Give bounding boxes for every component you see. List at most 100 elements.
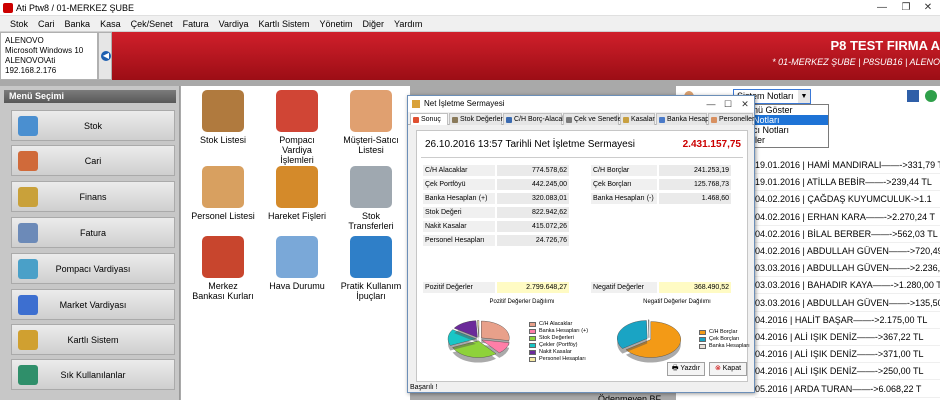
tile-pompaci-vardiya[interactable]: Pompacı Vardiya İşlemleri (265, 90, 329, 165)
menu-kartli-sistem[interactable]: Kartlı Sistem (253, 16, 314, 32)
log-row[interactable]: 19.01.2016 | ATİLLA BEBİR——->239,44 TL (755, 173, 940, 192)
tile-hareket-fisleri[interactable]: Hareket Fişleri (265, 166, 329, 221)
tab-kasalar[interactable]: Kasalar (620, 113, 655, 125)
sidebar-header: Menü Seçimi (4, 90, 176, 103)
menu-yonetim[interactable]: Yönetim (315, 16, 358, 32)
legend-label: Stok Değerleri (539, 335, 574, 341)
tile-merkez-bankasi-kurlari[interactable]: Merkez Bankası Kurları (191, 236, 255, 301)
row-label: Negatif Değerler (591, 282, 657, 293)
close-button[interactable]: ✕ (918, 1, 938, 15)
log-row[interactable]: 04.2016 | ALİ IŞIK DENİZ——->371,00 TL (755, 345, 940, 364)
tab-cek-senetler[interactable]: Çek ve Senetler (563, 113, 624, 125)
positive-chart-title: Pozitif Değerler Dağılımı (489, 299, 555, 305)
log-row[interactable]: 04.2016 | ALİ IŞIK DENİZ——->250,00 TL (755, 362, 940, 381)
sidebar-item-market-vardiyasi[interactable]: Market Vardiyası (11, 289, 175, 320)
legend-item: Çek Borçları (699, 336, 750, 343)
books-icon (202, 90, 244, 132)
sidebar-item-sik-kullanilanlar[interactable]: Sık Kullanılanlar (11, 359, 175, 390)
sidebar-item-label: Pompacı Vardiyası (55, 264, 131, 274)
menu-fatura[interactable]: Fatura (178, 16, 214, 32)
log-row[interactable]: 03.03.2016 | ABDULLAH GÜVEN——->135,50 T (755, 294, 940, 312)
tile-personel-listesi[interactable]: Personel Listesi (191, 166, 255, 221)
sidebar-item-fatura[interactable]: Fatura (11, 217, 175, 248)
notes-option[interactable]: cı Notları (750, 125, 828, 135)
legend-swatch (699, 337, 706, 342)
minimize-button[interactable]: — (872, 1, 892, 15)
row-value: 1.468,60 (659, 193, 731, 204)
log-row[interactable]: 04.02.2016 | ABDULLAH GÜVEN——->720,49 T (755, 242, 940, 260)
row-label: C/H Borçlar (591, 165, 657, 176)
pie-slice (648, 319, 650, 338)
tab-stok-degerleri[interactable]: Stok Değerleri (449, 113, 505, 125)
log-row[interactable]: 04.02.2016 | ÇAĞDAŞ KUYUMCULUK->1.1 (755, 190, 940, 209)
result-header: 26.10.2016 13:57 Tarihli Net İşletme Ser… (425, 139, 741, 150)
machine-info: ALENOVO Microsoft Windows 10 ALENOVO\Ati… (0, 32, 98, 80)
legend-item: Banka Hesapları (699, 343, 750, 350)
menu-banka[interactable]: Banka (60, 16, 96, 32)
menu-vardiya[interactable]: Vardiya (214, 16, 254, 32)
notes-option[interactable]: Notları (750, 115, 828, 125)
row-label: Pozitif Değerler (423, 282, 495, 293)
log-row[interactable]: 03.03.2016 | BAHADIR KAYA——->1.280,00 T (755, 276, 940, 295)
dialog-title: Net İşletme Sermayesi (424, 99, 505, 108)
refresh-icon[interactable] (925, 90, 937, 102)
menu-kasa[interactable]: Kasa (95, 16, 126, 32)
sidebar-item-cari[interactable]: Cari (11, 145, 175, 176)
menu-cari[interactable]: Cari (33, 16, 60, 32)
row-value: 320.083,01 (497, 193, 569, 204)
sidebar-item-label: Market Vardiyası (59, 300, 127, 310)
tile-hava-durumu[interactable]: Hava Durumu (265, 236, 329, 291)
menu-diger[interactable]: Diğer (358, 16, 390, 32)
sidebar-item-finans[interactable]: Finans (11, 181, 175, 212)
log-row[interactable]: 19.01.2016 | HAMİ MANDIRALI——->331,79 T (755, 156, 940, 174)
result-headline: 26.10.2016 13:57 Tarihli Net İşletme Ser… (425, 139, 635, 150)
log-row[interactable]: 04.2016 | ALİ IŞIK DENİZ——->367,22 TL (755, 328, 940, 346)
notes-option[interactable]: nü Göster (750, 105, 828, 115)
tab-icon (506, 117, 512, 123)
notes-option[interactable]: ller (750, 135, 828, 145)
dialog-maximize-button[interactable]: ☐ (721, 96, 735, 112)
negative-legend: C/H Borçlar Çek Borçları Banka Hesapları (699, 329, 750, 350)
tile-pratik-kullanim[interactable]: Pratik Kullanım İpuçları (339, 236, 403, 301)
row-label: Stok Değeri (423, 207, 495, 218)
pie-slice (477, 320, 480, 338)
sidebar-item-pompaci-vardiyasi[interactable]: Pompacı Vardiyası (11, 253, 175, 284)
sidebar-item-kartli-sistem[interactable]: Kartlı Sistem (11, 324, 175, 355)
tab-personeller[interactable]: Personeller (708, 113, 754, 125)
tab-ch-borc-alacak[interactable]: C/H Borç-Alacak (503, 113, 566, 125)
dialog-close-button[interactable]: ✕ (738, 96, 752, 112)
restore-button[interactable]: ❐ (896, 1, 916, 15)
tile-stok-transferleri[interactable]: Stok Transferleri (339, 166, 403, 231)
log-row[interactable]: 05.2016 | ARDA TURAN——->6.068,22 T (755, 380, 940, 398)
print-icon[interactable] (907, 90, 919, 102)
menu-stok[interactable]: Stok (5, 16, 33, 32)
tab-sonuc[interactable]: Sonuç (410, 113, 448, 125)
sidebar: Menü Seçimi Stok Cari Finans Fatura Pomp… (0, 86, 180, 400)
app-icon (3, 3, 13, 13)
sidebar-item-stok[interactable]: Stok (11, 110, 175, 141)
log-row[interactable]: 03.03.2016 | ABDULLAH GÜVEN——->2.236,50 (755, 259, 940, 278)
tile-stok-listesi[interactable]: Stok Listesi (191, 90, 255, 145)
print-button[interactable]: 🖶 Yazdır (667, 362, 705, 376)
close-dialog-button[interactable]: ⊗ Kapat (709, 362, 747, 376)
menu-bar: Stok Cari Banka Kasa Çek/Senet Fatura Vardiya K… (0, 16, 940, 32)
tile-musteri-satici[interactable]: Müşteri-Satıcı Listesi (339, 90, 403, 155)
window-titlebar: Ati Ptw8 / 01-MERKEZ ŞUBE — ❐ ✕ (0, 0, 940, 16)
tab-label: C/H Borç-Alacak (514, 116, 566, 123)
log-row[interactable]: 04.2016 | HALİT BAŞAR——->2.175,00 TL (755, 311, 940, 329)
tab-label: Stok Değerleri (460, 116, 505, 123)
legend-swatch (529, 336, 536, 341)
dialog-minimize-button[interactable]: — (704, 96, 718, 112)
log-row[interactable]: 04.02.2016 | BİLAL BERBER——->562,03 TL (755, 225, 940, 243)
legend-swatch (529, 322, 536, 327)
log-row[interactable]: 04.02.2016 | ERHAN KARA——->2.270,24 T (755, 208, 940, 226)
back-button[interactable]: ◀ (98, 32, 112, 80)
divider (421, 157, 743, 158)
tile-label: Stok Listesi (199, 135, 247, 145)
tab-banka-hesaplari[interactable]: Banka Hesapları (656, 113, 719, 125)
menu-cek-senet[interactable]: Çek/Senet (126, 16, 178, 32)
row-value: 822.942,62 (497, 207, 569, 218)
legend-label: Banka Hesapları (+) (539, 328, 589, 334)
tile-label: Pompacı Vardiya İşlemleri (279, 135, 315, 165)
menu-yardim[interactable]: Yardım (389, 16, 427, 32)
